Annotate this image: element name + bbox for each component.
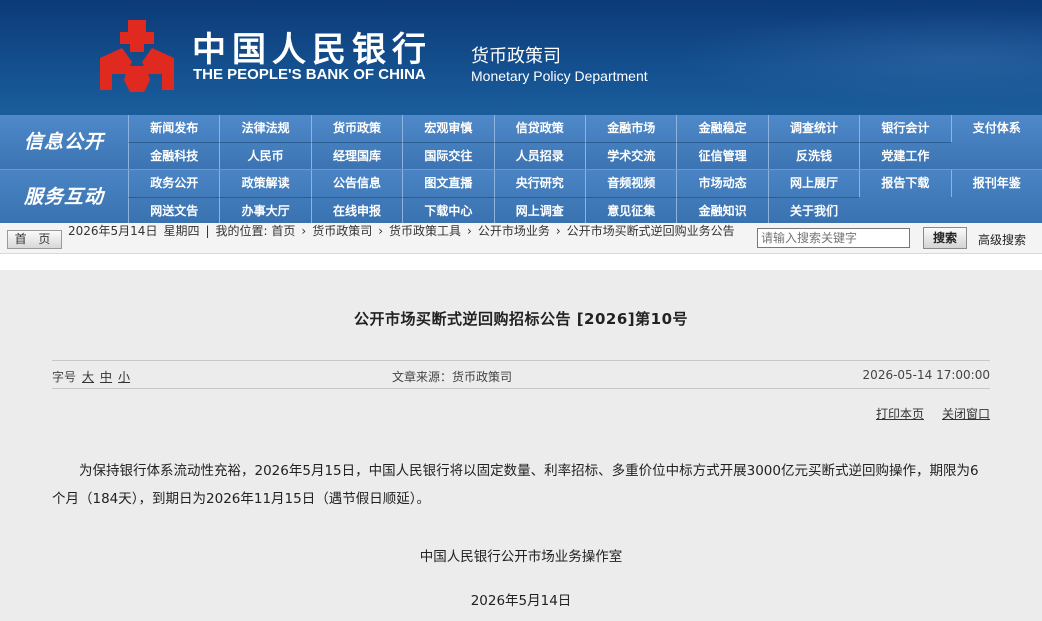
font-size-large[interactable]: 大 (82, 370, 94, 384)
nav-group-label: 信息公开 (23, 131, 104, 153)
article-signature: 中国人民银行公开市场业务操作室 (419, 549, 623, 565)
current-date: 2026年5月14日 (68, 224, 158, 238)
nav-service-item[interactable]: 音频视频 (585, 170, 676, 197)
article-meta: 字号大中小 文章来源：货币政策司 2026-05-14 17:00:00 (52, 360, 990, 389)
font-size-control: 字号大中小 (52, 368, 130, 385)
nav-service-item[interactable]: 央行研究 (493, 170, 585, 197)
font-size-label: 字号 (52, 370, 77, 384)
nav-info-item[interactable]: 人员招录 (493, 142, 585, 169)
nav-service-item[interactable]: 下载中心 (402, 197, 494, 224)
article-source: 文章来源：货币政策司 (392, 370, 513, 384)
nav-items: 新闻发布 法律法规 货币政策 宏观审慎 信贷政策 金融市场 金融稳定 调查统计 银行会计 支付体系… (128, 115, 1042, 169)
publish-time: 2026-05-14 17:00:00 (862, 368, 990, 382)
nav-group-info: 信息公开 新闻发布 法律法规 货币政策 宏观审慎 信贷政策 金融市场 金融稳定 调查统计 银行会… (0, 115, 1042, 169)
nav-info-item[interactable]: 金融科技 (128, 142, 220, 169)
nav-info-item[interactable]: 支付体系 (950, 115, 1042, 142)
nav-service-item[interactable]: 在线申报 (310, 197, 403, 224)
breadcrumb-item[interactable]: 公开市场业务 (478, 224, 550, 238)
article-sign-date: 2026年5月14日 (470, 593, 572, 609)
nav-info-item[interactable]: 人民币 (219, 142, 311, 169)
nav-service-item[interactable]: 网上调查 (493, 197, 585, 224)
department-name-en: Monetary Policy Department (471, 68, 648, 84)
nav-group-label: 服务互动 (23, 186, 104, 208)
breadcrumb-item[interactable]: 货币政策司 (312, 224, 372, 238)
article-tools: 打印本页 关闭窗口 (858, 405, 990, 422)
nav-info-item[interactable]: 金融市场 (585, 115, 676, 142)
separator: › (467, 224, 472, 238)
close-window-link[interactable]: 关闭窗口 (942, 407, 990, 421)
advanced-search-link[interactable]: 高级搜索 (978, 231, 1026, 248)
breadcrumb: 2026年5月14日 星期四 | 我的位置: 首页 › 货币政策司 › 货币政策工具 › 公开市场… (68, 224, 758, 238)
department-name-cn: 货币政策司 (471, 46, 561, 67)
nav-info-item[interactable]: 学术交流 (585, 142, 677, 169)
banner-decoration (622, 0, 1042, 115)
nav-info-item[interactable]: 金融稳定 (676, 115, 767, 142)
nav-info-item[interactable]: 调查统计 (767, 115, 859, 142)
bank-name-cn: 中国人民银行 (192, 30, 432, 70)
nav-info-item[interactable]: 货币政策 (310, 115, 402, 142)
article-area: 公开市场买断式逆回购招标公告 [2026]第10号 字号大中小 文章来源：货币政… (0, 270, 1042, 621)
nav-service-item[interactable]: 公告信息 (310, 170, 402, 197)
nav-service-item[interactable]: 网送文告 (128, 197, 220, 224)
nav-info-item[interactable]: 银行会计 (859, 115, 950, 142)
breadcrumb-item[interactable]: 货币政策工具 (389, 224, 461, 238)
breadcrumb-home[interactable]: 我的位置: 首页 (216, 224, 296, 238)
print-link[interactable]: 打印本页 (876, 407, 924, 421)
nav-info-item[interactable]: 党建工作 (859, 142, 951, 169)
font-size-medium[interactable]: 中 (100, 370, 112, 384)
nav-service-item[interactable]: 网上展厅 (767, 170, 859, 197)
article-body: 为保持银行体系流动性充裕，2026年5月15日，中国人民银行将以固定数量、利率招… (52, 463, 979, 507)
nav-group-service: 服务互动 政务公开 政策解读 公告信息 图文直播 央行研究 音频视频 市场动态 网上展厅 报告下… (0, 169, 1042, 224)
search-button[interactable]: 搜索 (923, 227, 967, 249)
nav-info-item[interactable]: 宏观审慎 (402, 115, 493, 142)
nav-info-item[interactable]: 经理国库 (310, 142, 403, 169)
separator: › (301, 224, 307, 238)
nav-service-item[interactable]: 报刊年鉴 (950, 170, 1042, 197)
search-input[interactable] (757, 228, 910, 248)
nav-service-item[interactable]: 政策解读 (219, 170, 310, 197)
current-weekday: 星期四 (163, 224, 200, 238)
separator: › (555, 224, 561, 238)
font-size-small[interactable]: 小 (118, 370, 130, 384)
nav-info-item[interactable]: 国际交往 (402, 142, 494, 169)
pboc-logo-icon (100, 20, 174, 92)
nav-service-item[interactable]: 办事大厅 (219, 197, 311, 224)
main-nav: 信息公开 新闻发布 法律法规 货币政策 宏观审慎 信贷政策 金融市场 金融稳定 调查统计 银行会… (0, 115, 1042, 224)
nav-items: 政务公开 政策解读 公告信息 图文直播 央行研究 音频视频 市场动态 网上展厅 报告下载 报刊年鉴… (128, 170, 1042, 224)
nav-service-item[interactable]: 政务公开 (128, 170, 219, 197)
bank-name-en: THE PEOPLE'S BANK OF CHINA (193, 66, 426, 83)
nav-info-item[interactable]: 反洗钱 (767, 142, 860, 169)
nav-service-item[interactable]: 市场动态 (676, 170, 767, 197)
breadcrumb-item[interactable]: 公开市场买断式逆回购业务公告 (567, 224, 735, 238)
site-banner: 中国人民银行 THE PEOPLE'S BANK OF CHINA 货币政策司 … (0, 0, 1042, 115)
nav-info-item[interactable]: 征信管理 (676, 142, 768, 169)
nav-service-item[interactable]: 图文直播 (402, 170, 493, 197)
nav-info-item[interactable]: 法律法规 (219, 115, 310, 142)
nav-info-item[interactable]: 信贷政策 (493, 115, 585, 142)
home-button[interactable]: 首 页 (7, 230, 62, 249)
separator: | (205, 224, 210, 238)
nav-service-item[interactable]: 金融知识 (676, 197, 768, 224)
separator: › (378, 224, 384, 238)
nav-service-item[interactable]: 报告下载 (859, 170, 950, 197)
nav-service-item[interactable]: 关于我们 (767, 197, 860, 224)
nav-info-item[interactable]: 新闻发布 (128, 115, 219, 142)
nav-service-item[interactable]: 意见征集 (585, 197, 677, 224)
article-title: 公开市场买断式逆回购招标公告 [2026]第10号 (353, 310, 689, 328)
